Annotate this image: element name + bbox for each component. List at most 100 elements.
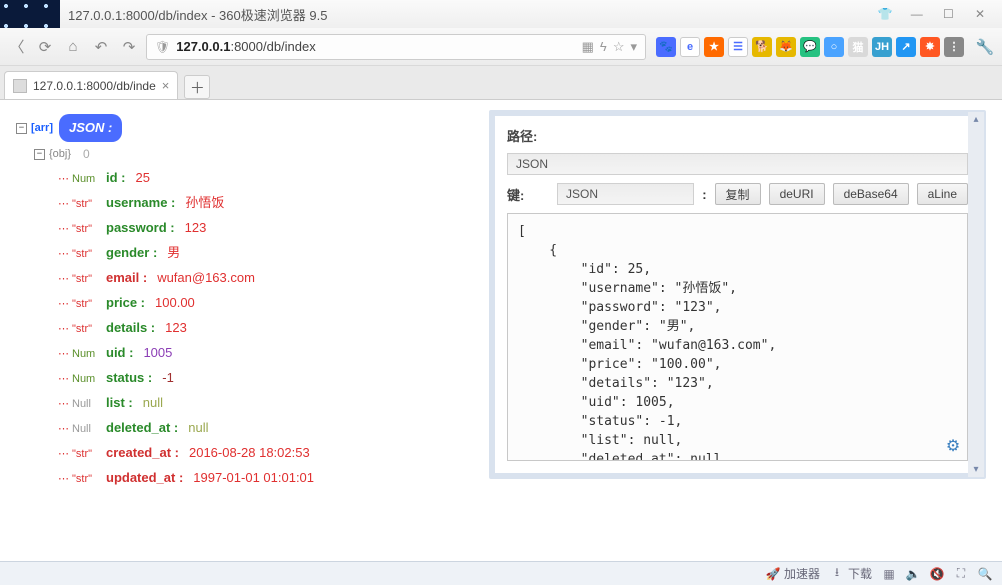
tree-connector: ⋯ <box>58 242 68 266</box>
new-tab-button[interactable]: ＋ <box>184 75 210 99</box>
code-text: [ { "id": 25, "username": "孙悟饭", "passwo… <box>508 214 967 461</box>
tree-connector: ⋯ <box>58 342 68 366</box>
back-button[interactable]: 〈 <box>6 36 28 58</box>
type-label: Num <box>72 342 106 366</box>
extension-icon[interactable]: 🦊 <box>776 37 796 57</box>
extension-icon[interactable]: ★ <box>704 37 724 57</box>
json-property-row[interactable]: ⋯"str"updated_at :1997-01-01 01:01:01 <box>16 466 475 491</box>
extension-icon[interactable]: ☰ <box>728 37 748 57</box>
property-value: 1997-01-01 01:01:01 <box>193 466 314 490</box>
app-logo <box>0 0 60 28</box>
accelerator-status[interactable]: 🚀加速器 <box>766 565 820 582</box>
json-property-row[interactable]: ⋯"str"email :wufan@163.com <box>16 266 475 291</box>
undo-button[interactable]: ↶ <box>90 36 112 58</box>
type-label: Null <box>72 392 106 416</box>
gear-icon[interactable]: ⚙ <box>943 436 963 456</box>
path-field[interactable]: JSON <box>507 153 968 175</box>
property-value: 2016-08-28 18:02:53 <box>189 441 310 465</box>
extension-icon[interactable]: e <box>680 37 700 57</box>
property-key: updated_at : <box>106 466 183 490</box>
path-label: 路径: <box>507 126 549 145</box>
json-property-row[interactable]: ⋯Numid :25 <box>16 166 475 191</box>
type-label: Num <box>72 167 106 191</box>
chevron-down-icon[interactable]: ▾ <box>630 39 637 55</box>
tree-connector: ⋯ <box>58 317 68 341</box>
property-value: 1005 <box>143 341 172 365</box>
collapse-toggle[interactable]: − <box>34 149 45 160</box>
tree-connector: ⋯ <box>58 192 68 216</box>
extension-icon[interactable]: 🐕 <box>752 37 772 57</box>
json-property-row[interactable]: ⋯"str"details :123 <box>16 316 475 341</box>
json-property-row[interactable]: ⋯"str"created_at :2016-08-28 18:02:53 <box>16 441 475 466</box>
tab-strip: 127.0.0.1:8000/db/inde × ＋ <box>0 66 1002 100</box>
property-key: details : <box>106 316 155 340</box>
copy-button[interactable]: 复制 <box>715 183 761 205</box>
property-key: username : <box>106 191 175 215</box>
tree-connector: ⋯ <box>58 292 68 316</box>
maximize-button[interactable]: ☐ <box>936 5 960 23</box>
shirt-icon[interactable]: 👕 <box>873 5 897 23</box>
json-property-row[interactable]: ⋯"str"password :123 <box>16 216 475 241</box>
type-label: "str" <box>72 292 106 316</box>
json-root-badge[interactable]: JSON : <box>59 114 122 142</box>
extension-icon[interactable]: 🐾 <box>656 37 676 57</box>
colon-separator: : <box>702 187 706 202</box>
json-property-row[interactable]: ⋯Numstatus :-1 <box>16 366 475 391</box>
browser-tab[interactable]: 127.0.0.1:8000/db/inde × <box>4 71 178 99</box>
type-label: "str" <box>72 317 106 341</box>
type-tag-array: [arr] <box>31 116 53 140</box>
scrollbar[interactable]: ▴▾ <box>968 112 984 477</box>
property-key: status : <box>106 366 152 390</box>
tab-close-icon[interactable]: × <box>162 78 170 93</box>
aline-button[interactable]: aLine <box>917 183 968 205</box>
type-label: "str" <box>72 442 106 466</box>
json-property-row[interactable]: ⋯Nulldeleted_at :null <box>16 416 475 441</box>
browser-toolbar: 〈 ⟳ ⌂ ↶ ↷ 🛡 127.0.0.1:8000/db/index ▦ ϟ … <box>0 28 1002 66</box>
extension-icon[interactable]: JH <box>872 37 892 57</box>
key-field[interactable]: JSON <box>557 183 694 205</box>
window-titlebar: 127.0.0.1:8000/db/index - 360极速浏览器 9.5 👕… <box>0 0 1002 28</box>
extension-icon[interactable]: 猫 <box>848 37 868 57</box>
property-value: 男 <box>167 241 180 265</box>
qr-icon[interactable]: ▦ <box>582 39 594 55</box>
close-button[interactable]: ✕ <box>968 5 992 23</box>
type-label: "str" <box>72 192 106 216</box>
json-property-row[interactable]: ⋯Numuid : 1005 <box>16 341 475 366</box>
json-property-row[interactable]: ⋯"str"price :100.00 <box>16 291 475 316</box>
extension-icon[interactable]: ✸ <box>920 37 940 57</box>
extension-icon[interactable]: ○ <box>824 37 844 57</box>
deuri-button[interactable]: deURI <box>769 183 825 205</box>
collapse-toggle[interactable]: − <box>16 123 27 134</box>
minimize-button[interactable]: ― <box>905 5 929 23</box>
wrench-icon[interactable]: 🔧 <box>974 36 996 58</box>
type-label: "str" <box>72 217 106 241</box>
json-property-row[interactable]: ⋯Nulllist :null <box>16 391 475 416</box>
property-value: null <box>143 391 163 415</box>
json-tree-pane: − [arr] JSON : − {obj} 0 ⋯Numid :25⋯"str… <box>0 100 485 561</box>
extension-icon[interactable]: ↗ <box>896 37 916 57</box>
apps-icon[interactable]: ▦ <box>882 567 896 581</box>
star-icon[interactable]: ☆ <box>613 39 625 55</box>
json-property-row[interactable]: ⋯"str"username :孙悟饭 <box>16 191 475 216</box>
expand-icon[interactable]: ⛶ <box>954 567 968 581</box>
extension-icon[interactable]: ⋮ <box>944 37 964 57</box>
tree-connector: ⋯ <box>58 467 68 491</box>
download-status[interactable]: ⭳下载 <box>830 565 872 582</box>
debase64-button[interactable]: deBase64 <box>833 183 909 205</box>
property-value: wufan@163.com <box>157 266 255 290</box>
home-button[interactable]: ⌂ <box>62 36 84 58</box>
zoom-icon[interactable]: 🔍 <box>978 567 992 581</box>
tree-connector: ⋯ <box>58 217 68 241</box>
redo-button[interactable]: ↷ <box>118 36 140 58</box>
code-output[interactable]: [ { "id": 25, "username": "孙悟饭", "passwo… <box>507 213 968 461</box>
json-property-row[interactable]: ⋯"str"gender :男 <box>16 241 475 266</box>
reload-button[interactable]: ⟳ <box>34 36 56 58</box>
bolt-icon[interactable]: ϟ <box>600 39 607 55</box>
address-bar[interactable]: 🛡 127.0.0.1:8000/db/index ▦ ϟ ☆ ▾ <box>146 34 646 60</box>
tree-connector: ⋯ <box>58 167 68 191</box>
sound-icon[interactable]: 🔈 <box>906 567 920 581</box>
extension-icon[interactable]: 💬 <box>800 37 820 57</box>
array-index: 0 <box>83 142 90 166</box>
property-key: uid : <box>106 341 133 365</box>
mute-icon[interactable]: 🔇 <box>930 567 944 581</box>
